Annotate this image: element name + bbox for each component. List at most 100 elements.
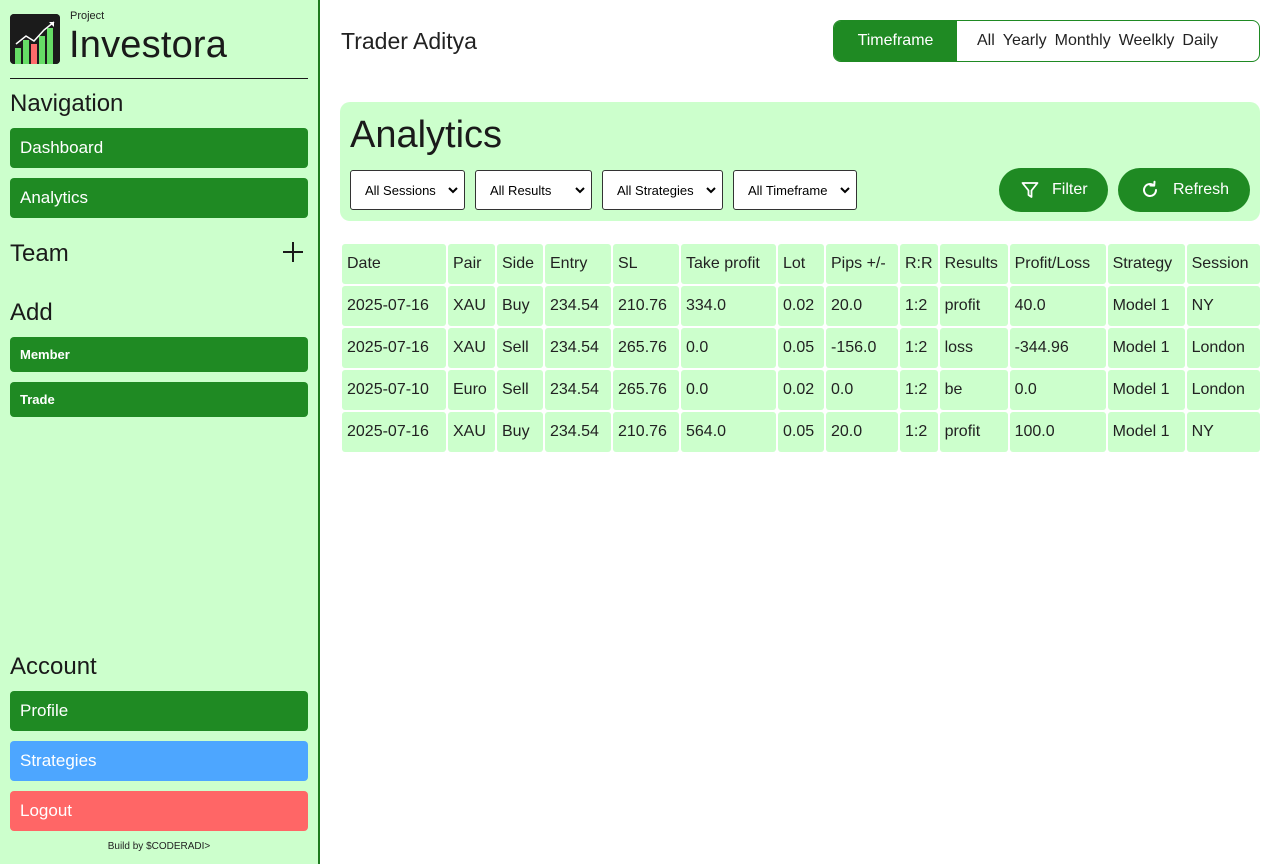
table-cell: 0.0 (826, 370, 898, 410)
table-cell: XAU (448, 328, 495, 368)
column-header: Lot (778, 244, 824, 284)
account-heading: Account (10, 653, 97, 680)
table-cell: 0.0 (681, 370, 776, 410)
column-header: Pips +/- (826, 244, 898, 284)
profile-button[interactable]: Profile (10, 691, 308, 731)
timeframe-yearly[interactable]: Yearly (1003, 32, 1047, 50)
table-cell: loss (939, 328, 1008, 368)
timeframe-selector: Timeframe All Yearly Monthly Weelkly Dai… (833, 20, 1260, 62)
refresh-button[interactable]: Refresh (1118, 168, 1250, 212)
table-cell: 210.76 (613, 412, 679, 452)
column-header: Session (1186, 244, 1260, 284)
table-cell: XAU (448, 412, 495, 452)
filter-button[interactable]: Filter (999, 168, 1108, 212)
table-cell: 100.0 (1009, 412, 1106, 452)
table-cell: 20.0 (826, 286, 898, 326)
nav-dashboard-button[interactable]: Dashboard (10, 128, 308, 168)
timeframe-select[interactable]: All Timeframe (733, 170, 857, 210)
page-title: Analytics (350, 114, 503, 156)
strategies-select-value: All Strategies (617, 182, 694, 198)
chevron-down-icon (840, 187, 850, 194)
table-cell: 0.02 (778, 286, 824, 326)
table-row[interactable]: 2025-07-16 XAU Buy 234.54 210.76 334.0 0.02 20.… (342, 286, 1260, 326)
results-select[interactable]: All Results (475, 170, 592, 210)
table-cell: profit (939, 412, 1008, 452)
table-cell: London (1186, 328, 1260, 368)
timeframe-select-value: All Timeframe (748, 182, 828, 198)
table-cell: NY (1186, 286, 1260, 326)
table-cell: profit (939, 286, 1008, 326)
table-cell: Model 1 (1107, 286, 1185, 326)
sessions-select[interactable]: All Sessions (350, 170, 465, 210)
column-header: R:R (900, 244, 938, 284)
timeframe-daily[interactable]: Daily (1182, 32, 1218, 50)
table-row[interactable]: 2025-07-10 Euro Sell 234.54 265.76 0.0 0.02 0.0… (342, 370, 1260, 410)
logo[interactable]: Project Investora (10, 10, 308, 79)
build-credit: Build by $CODERADI> (107, 841, 211, 852)
table-cell: 0.02 (778, 370, 824, 410)
timeframe-monthly[interactable]: Monthly (1055, 32, 1111, 50)
table-cell: 334.0 (681, 286, 776, 326)
table-cell: be (939, 370, 1008, 410)
table-cell: 2025-07-16 (342, 412, 446, 452)
strategies-select[interactable]: All Strategies (602, 170, 723, 210)
chevron-down-icon (706, 187, 716, 194)
column-header: Strategy (1107, 244, 1185, 284)
refresh-icon (1143, 180, 1157, 197)
add-heading: Add (10, 299, 53, 326)
table-cell: 234.54 (545, 328, 611, 368)
table-cell: 0.05 (778, 412, 824, 452)
filter-icon (1021, 182, 1039, 198)
table-cell: London (1186, 370, 1260, 410)
table-cell: Model 1 (1107, 370, 1185, 410)
table-cell: 564.0 (681, 412, 776, 452)
table-cell: 40.0 (1009, 286, 1106, 326)
chevron-down-icon (575, 187, 585, 194)
table-cell: 1:2 (900, 370, 938, 410)
table-cell: 1:2 (900, 412, 938, 452)
table-cell: 2025-07-10 (342, 370, 446, 410)
column-header: SL (613, 244, 679, 284)
filter-button-label: Filter (1052, 181, 1088, 198)
table-row[interactable]: 2025-07-16 XAU Buy 234.54 210.76 564.0 0.05 20.… (342, 412, 1260, 452)
chevron-down-icon (448, 187, 458, 194)
logo-subtitle: Project (70, 10, 105, 22)
nav-analytics-button[interactable]: Analytics (10, 178, 308, 218)
navigation-heading: Navigation (10, 90, 124, 117)
results-select-value: All Results (490, 182, 552, 198)
table-cell: Euro (448, 370, 495, 410)
table-cell: XAU (448, 286, 495, 326)
add-team-plus-icon[interactable] (282, 241, 304, 263)
timeframe-weekly[interactable]: Weelkly (1119, 32, 1175, 50)
column-header: Results (939, 244, 1008, 284)
table-cell: 0.05 (778, 328, 824, 368)
logout-button[interactable]: Logout (10, 791, 308, 831)
logo-title: Investora (69, 24, 228, 66)
trades-table: Date Pair Side Entry SL Take profit Lot … (340, 242, 1262, 454)
table-row[interactable]: 2025-07-16 XAU Sell 234.54 265.76 0.0 0.05 -156… (342, 328, 1260, 368)
table-cell: Buy (497, 286, 543, 326)
team-heading: Team (10, 240, 69, 267)
sidebar: Project Investora Navigation Dashboard A… (0, 0, 320, 864)
sessions-select-value: All Sessions (365, 182, 436, 198)
timeframe-all[interactable]: All (977, 32, 995, 50)
table-cell: Buy (497, 412, 543, 452)
column-header: Side (497, 244, 543, 284)
timeframe-label-button[interactable]: Timeframe (834, 21, 957, 61)
trader-name: Trader Aditya (341, 28, 477, 54)
table-cell: 1:2 (900, 328, 938, 368)
table-cell: Model 1 (1107, 412, 1185, 452)
table-cell: 0.0 (1009, 370, 1106, 410)
add-member-button[interactable]: Member (10, 337, 308, 372)
table-cell: 265.76 (613, 370, 679, 410)
column-header: Take profit (681, 244, 776, 284)
table-cell: 0.0 (681, 328, 776, 368)
table-cell: -344.96 (1009, 328, 1106, 368)
strategies-button[interactable]: Strategies (10, 741, 308, 781)
table-cell: 1:2 (900, 286, 938, 326)
add-trade-button[interactable]: Trade (10, 382, 308, 417)
table-cell: 2025-07-16 (342, 328, 446, 368)
table-cell: NY (1186, 412, 1260, 452)
table-cell: 20.0 (826, 412, 898, 452)
table-cell: 234.54 (545, 412, 611, 452)
